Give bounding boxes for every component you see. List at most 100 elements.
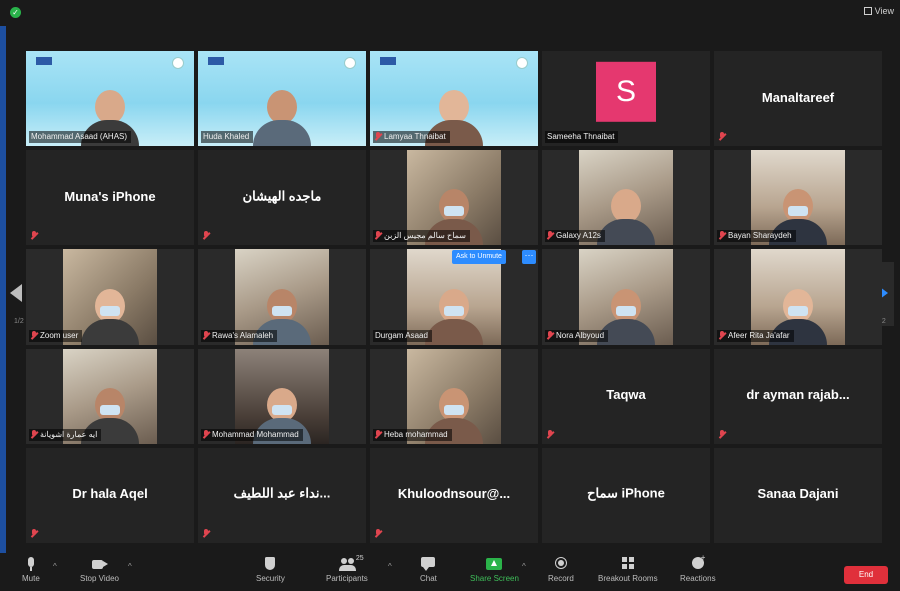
muted-microphone-icon bbox=[719, 429, 725, 439]
participant-label: Durgam Asaad bbox=[373, 329, 432, 342]
participants-options-caret[interactable]: ^ bbox=[388, 562, 392, 571]
participant-label: Sameeha Thnaibat bbox=[545, 131, 619, 144]
participant-tile[interactable]: dr ayman rajab... bbox=[714, 348, 882, 444]
participant-tile[interactable]: ماجده الهيشان bbox=[198, 150, 366, 246]
share-screen-button[interactable]: Share Screen bbox=[470, 557, 519, 583]
share-screen-label: Share Screen bbox=[470, 574, 519, 583]
participants-count: 25 bbox=[355, 555, 364, 562]
face-mask bbox=[444, 305, 464, 316]
shield-icon bbox=[262, 557, 278, 571]
participant-label: Heba mohammad bbox=[373, 428, 452, 441]
participant-tile[interactable]: Rawa's Alamaleh bbox=[198, 249, 366, 345]
share-options-caret[interactable]: ^ bbox=[522, 562, 526, 571]
face-mask bbox=[272, 404, 292, 415]
face-mask bbox=[444, 206, 464, 217]
participant-label-text: Zoom user bbox=[40, 330, 79, 340]
participant-label-text: Nora Albyoud bbox=[556, 330, 605, 340]
participant-label-text: Mohammad Asaad (AHAS) bbox=[31, 132, 128, 142]
virtual-background-emblem-icon bbox=[172, 57, 184, 69]
muted-microphone-icon bbox=[203, 330, 209, 340]
muted-microphone-icon bbox=[719, 330, 725, 340]
participant-label: Mohammad Asaad (AHAS) bbox=[29, 131, 132, 144]
participant-tile[interactable]: Taqwa bbox=[542, 348, 710, 444]
record-label: Record bbox=[548, 574, 574, 583]
participant-tile[interactable]: Muna's iPhone bbox=[26, 150, 194, 246]
participant-name: Taqwa bbox=[606, 387, 646, 403]
participant-tile[interactable]: Sanaa Dajani bbox=[714, 447, 882, 543]
participant-tile[interactable]: S Sameeha Thnaibat bbox=[542, 51, 710, 147]
participant-tile[interactable]: Mohammad Asaad (AHAS) bbox=[26, 51, 194, 147]
stop-video-button[interactable]: Stop Video bbox=[80, 557, 119, 583]
ask-to-unmute-button[interactable]: Ask to Unmute bbox=[452, 250, 506, 265]
muted-microphone-icon bbox=[203, 528, 209, 538]
security-button[interactable]: Security bbox=[256, 557, 285, 583]
participants-button[interactable]: 25 Participants bbox=[326, 555, 368, 583]
reactions-button[interactable]: Reactions bbox=[680, 553, 716, 583]
video-options-caret[interactable]: ^ bbox=[128, 562, 132, 571]
face-mask bbox=[788, 305, 808, 316]
participant-body bbox=[597, 219, 655, 246]
participant-name: نداء عبد اللطيف... bbox=[233, 485, 331, 501]
virtual-background-emblem-icon bbox=[516, 57, 528, 69]
participant-label: Mohammad Mohammad bbox=[201, 428, 303, 441]
participant-label-text: Galaxy A12s bbox=[556, 231, 601, 241]
participant-face bbox=[267, 90, 297, 125]
participant-label-text: Sameeha Thnaibat bbox=[547, 132, 615, 142]
participant-avatar: S bbox=[596, 61, 656, 122]
participant-label: Zoom user bbox=[29, 329, 83, 342]
security-label: Security bbox=[256, 574, 285, 583]
face-mask bbox=[444, 404, 464, 415]
participant-gallery: Mohammad Asaad (AHAS) Huda Khaled Lamyaa T… bbox=[26, 51, 882, 543]
participant-tile[interactable]: ايه عمارة اشويانة bbox=[26, 348, 194, 444]
meeting-toolbar: Mute ^ Stop Video ^ Security 25 Participa… bbox=[0, 553, 900, 591]
muted-microphone-icon bbox=[31, 429, 37, 439]
mute-button[interactable]: Mute bbox=[22, 557, 40, 583]
participant-label-text: Lamyaa Thnaibat bbox=[384, 132, 446, 142]
breakout-rooms-button[interactable]: Breakout Rooms bbox=[598, 557, 658, 583]
audio-options-caret[interactable]: ^ bbox=[53, 562, 57, 571]
participant-tile[interactable]: Mohammad Mohammad bbox=[198, 348, 366, 444]
participant-tile[interactable]: Huda Khaled bbox=[198, 51, 366, 147]
face-mask bbox=[100, 404, 120, 415]
participant-label: Lamyaa Thnaibat bbox=[373, 131, 450, 144]
chat-button[interactable]: Chat bbox=[420, 557, 437, 583]
record-button[interactable]: Record bbox=[548, 557, 574, 583]
muted-microphone-icon bbox=[547, 429, 553, 439]
participant-label-text: Afeer Rita Ja'afar bbox=[728, 330, 790, 340]
participant-name: Manaltareef bbox=[761, 89, 835, 105]
virtual-background-logo-icon bbox=[36, 57, 52, 65]
participant-body bbox=[425, 318, 483, 345]
more-options-icon[interactable]: ··· bbox=[522, 250, 536, 265]
participant-tile[interactable]: Afeer Rita Ja'afar bbox=[714, 249, 882, 345]
participant-tile[interactable]: سماح سالم مجيس الزبن bbox=[370, 150, 538, 246]
participant-tile[interactable]: Galaxy A12s bbox=[542, 150, 710, 246]
muted-microphone-icon bbox=[203, 429, 209, 439]
participant-tile[interactable]: Bayan Sharaydeh bbox=[714, 150, 882, 246]
participant-tile[interactable]: نداء عبد اللطيف... bbox=[198, 447, 366, 543]
end-meeting-button[interactable]: End bbox=[844, 566, 888, 584]
participant-tile[interactable]: Durgam Asaad Ask to Unmute ··· bbox=[370, 249, 538, 345]
breakout-rooms-icon bbox=[620, 557, 636, 571]
encryption-shield-icon[interactable]: ✓ bbox=[10, 7, 21, 18]
participant-name: Sanaa Dajani bbox=[757, 486, 839, 502]
participant-name: Khuloodnsour@... bbox=[397, 486, 511, 502]
view-button[interactable]: View bbox=[863, 6, 894, 16]
participant-label-text: Rawa's Alamaleh bbox=[212, 330, 274, 340]
participant-tile[interactable]: سماح iPhone bbox=[542, 447, 710, 543]
muted-microphone-icon bbox=[719, 231, 725, 240]
participant-name: ماجده الهيشان bbox=[242, 188, 322, 204]
camera-icon bbox=[91, 557, 108, 571]
microphone-icon bbox=[23, 557, 39, 571]
participant-tile[interactable]: Manaltareef bbox=[714, 51, 882, 147]
participant-tile[interactable]: Dr hala Aqel bbox=[26, 447, 194, 543]
face-mask bbox=[272, 305, 292, 316]
participant-tile[interactable]: Nora Albyoud bbox=[542, 249, 710, 345]
participant-tile[interactable]: Lamyaa Thnaibat bbox=[370, 51, 538, 147]
participant-label: ايه عمارة اشويانة bbox=[29, 428, 102, 441]
participant-label-text: سماح سالم مجيس الزبن bbox=[384, 231, 466, 241]
participant-tile[interactable]: Khuloodnsour@... bbox=[370, 447, 538, 543]
participant-label: Rawa's Alamaleh bbox=[201, 329, 278, 342]
face-mask bbox=[788, 206, 808, 217]
participant-tile[interactable]: Zoom user bbox=[26, 249, 194, 345]
participant-tile[interactable]: Heba mohammad bbox=[370, 348, 538, 444]
